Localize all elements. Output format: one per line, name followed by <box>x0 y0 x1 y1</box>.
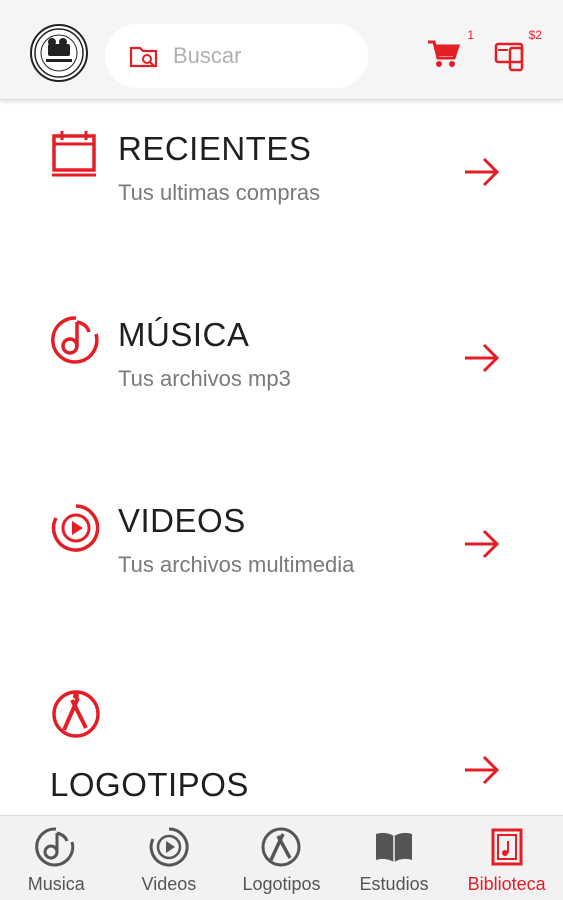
wallet-icon <box>494 42 524 72</box>
search-input[interactable] <box>173 38 353 74</box>
item-title: MÚSICA <box>118 316 250 353</box>
item-subtitle: Tus ultimas compras <box>118 180 321 205</box>
item-title: RECIENTES <box>118 130 312 167</box>
arrow-right-icon[interactable] <box>462 340 502 376</box>
music-note-icon <box>51 316 99 364</box>
play-circle-icon <box>51 504 100 552</box>
item-title: VIDEOS <box>118 502 246 539</box>
arrow-right-icon[interactable] <box>462 154 502 190</box>
arrow-right-icon[interactable] <box>462 526 502 562</box>
item-subtitle: Tus archivos multimedia <box>118 552 355 577</box>
item-title: LOGOTIPOS <box>50 766 249 803</box>
item-subtitle: Tus archivos mp3 <box>118 366 291 391</box>
folder-search-icon <box>129 46 158 68</box>
list-item-recientes[interactable]: RECIENTES Tus ultimas compras <box>0 100 563 286</box>
list-item-logotipos[interactable]: LOGOTIPOS <box>0 658 563 815</box>
cart-button[interactable]: 1 <box>422 28 474 74</box>
nav-tab-videos[interactable]: Videos <box>113 816 226 900</box>
list-item-musica[interactable]: MÚSICA Tus archivos mp3 <box>0 286 563 472</box>
wallet-button[interactable]: $2 <box>490 28 542 74</box>
top-header: 1 $2 <box>0 0 563 100</box>
nav-label: Videos <box>141 874 197 894</box>
calendar-icon <box>52 131 96 177</box>
library-icon <box>491 828 523 866</box>
cart-icon <box>428 40 461 67</box>
nav-label: Logotipos <box>242 874 321 894</box>
cart-badge: 1 <box>467 28 474 42</box>
wallet-badge: $2 <box>528 28 542 42</box>
brushes-icon <box>52 690 100 738</box>
brushes-icon <box>261 827 301 867</box>
library-list: RECIENTES Tus ultimas compras MÚSICA Tus… <box>0 100 563 815</box>
music-note-icon <box>35 827 75 867</box>
nav-label: Musica <box>27 874 85 894</box>
nav-tab-estudios[interactable]: Estudios <box>338 816 451 900</box>
search-bar[interactable] <box>105 24 368 88</box>
bottom-nav: Musica Videos Logotipos Estudios Bibliot… <box>0 815 563 900</box>
book-icon <box>376 832 413 862</box>
seal-logo-icon[interactable] <box>30 24 88 82</box>
play-circle-icon <box>149 827 189 867</box>
app-root: 1 $2 RECIENTES Tus ultimas compras <box>0 0 563 900</box>
arrow-right-icon[interactable] <box>462 752 502 788</box>
nav-tab-biblioteca[interactable]: Biblioteca <box>450 816 563 900</box>
nav-tab-musica[interactable]: Musica <box>0 816 113 900</box>
nav-label: Biblioteca <box>467 874 546 894</box>
nav-label: Estudios <box>359 874 429 894</box>
nav-tab-logotipos[interactable]: Logotipos <box>225 816 338 900</box>
list-item-videos[interactable]: VIDEOS Tus archivos multimedia <box>0 472 563 658</box>
